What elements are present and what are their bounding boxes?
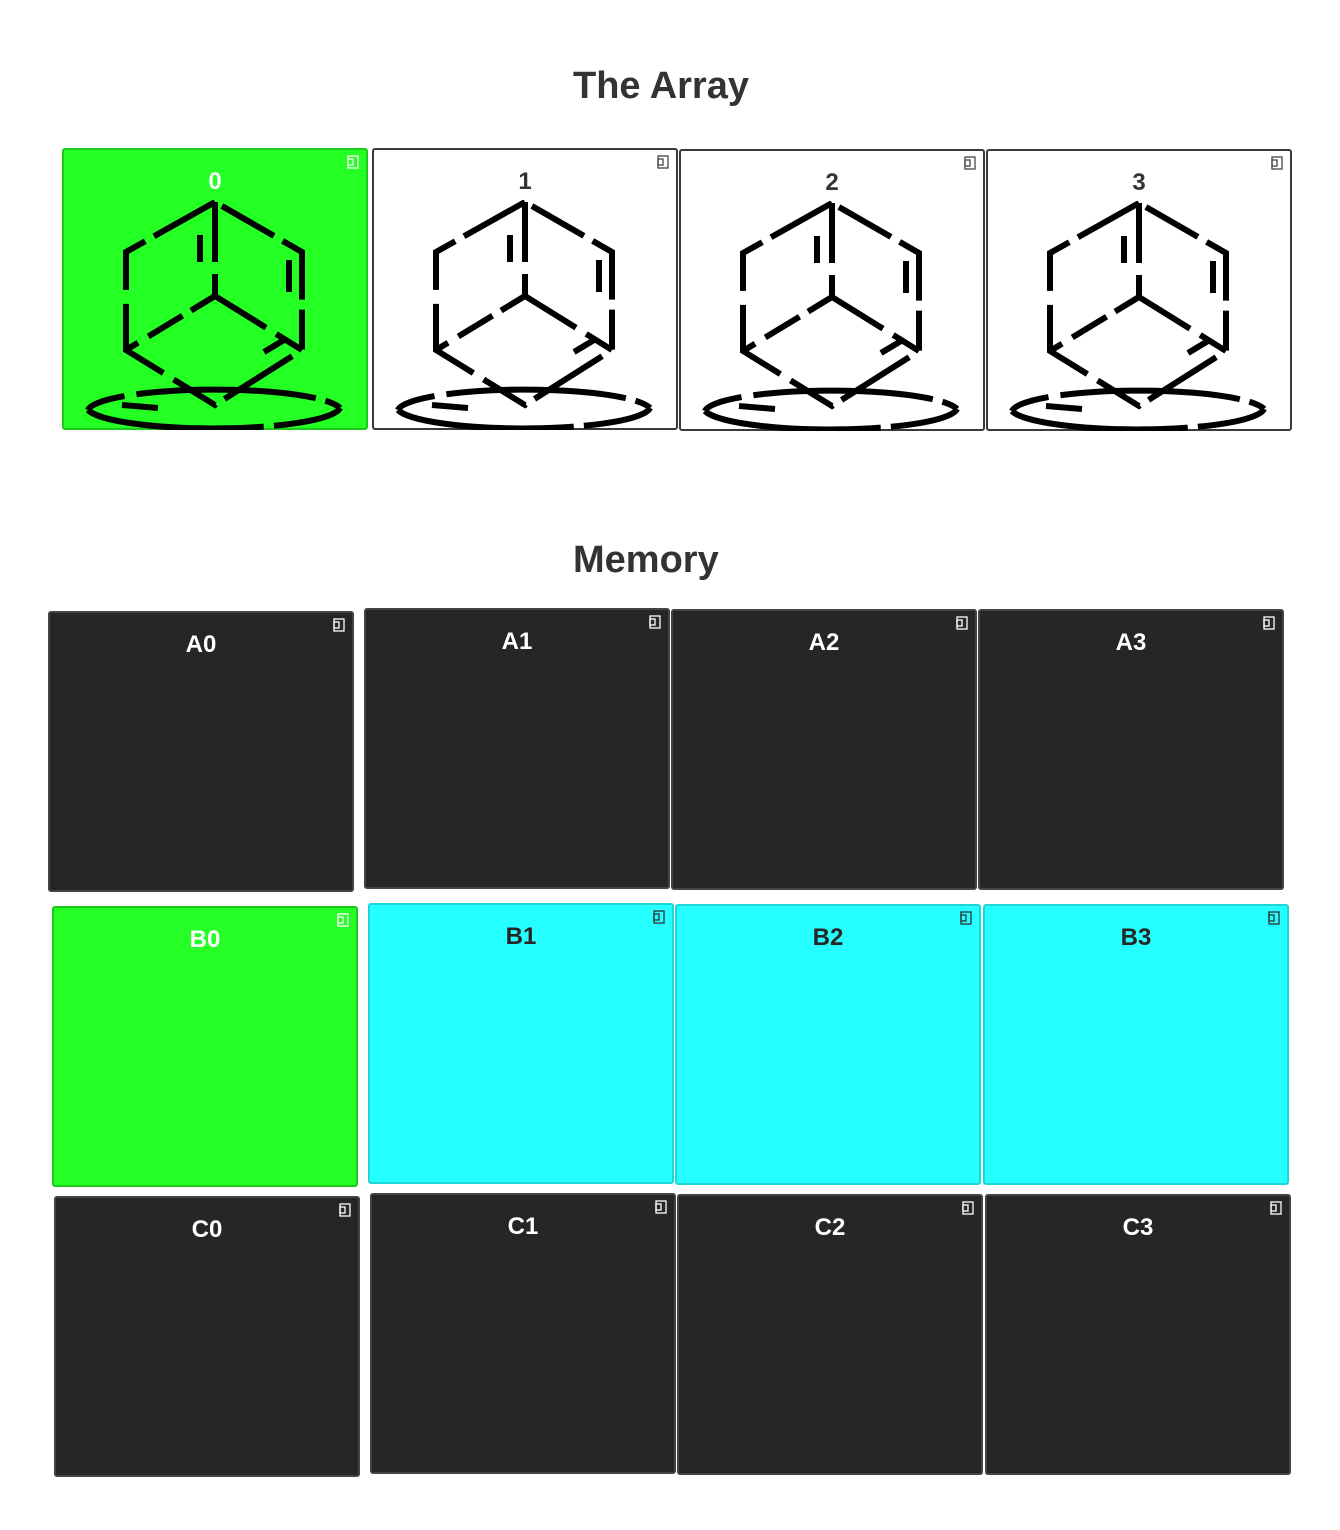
memory-cell-b3[interactable]: B3 [983, 904, 1289, 1185]
memory-cell-label: C3 [1122, 1214, 1154, 1241]
memory-cell-label: B1 [505, 923, 537, 950]
memory-cell-label: A3 [1115, 629, 1147, 656]
cube-on-ellipse-icon [395, 200, 653, 430]
memory-cell-b0[interactable]: B0 [52, 906, 358, 1187]
array-index-label: 0 [208, 168, 222, 195]
array-index-label: 3 [1132, 169, 1146, 196]
memory-cell-a1[interactable]: A1 [364, 608, 670, 889]
memory-cell-c3[interactable]: C3 [985, 1194, 1291, 1475]
memory-cell-c0[interactable]: C0 [54, 1196, 360, 1477]
memory-cell-a0[interactable]: A0 [48, 611, 354, 892]
cube-on-ellipse-icon [702, 201, 960, 431]
memory-cell-label: C2 [814, 1214, 846, 1241]
memory-cell-b1[interactable]: B1 [368, 903, 674, 1184]
memory-cell-label: A0 [185, 631, 217, 658]
array-index-label: 1 [518, 168, 532, 195]
memory-cell-label: A1 [501, 628, 533, 655]
memory-cell-c1[interactable]: C1 [370, 1193, 676, 1474]
memory-cell-label: B0 [189, 926, 221, 953]
cube-on-ellipse-icon [85, 200, 343, 430]
memory-cell-label: C0 [191, 1216, 223, 1243]
array-cell-2[interactable]: 2 [679, 149, 985, 431]
memory-cell-label: B2 [812, 924, 844, 951]
array-index-label: 2 [825, 169, 839, 196]
memory-cell-a2[interactable]: A2 [671, 609, 977, 890]
memory-cell-label: C1 [507, 1213, 539, 1240]
array-title: The Array [573, 65, 749, 107]
array-cell-0[interactable]: 0 [62, 148, 368, 430]
memory-cell-b2[interactable]: B2 [675, 904, 981, 1185]
memory-cell-c2[interactable]: C2 [677, 1194, 983, 1475]
memory-cell-label: A2 [808, 629, 840, 656]
array-cell-1[interactable]: 1 [372, 148, 678, 430]
memory-title: Memory [573, 539, 719, 581]
cube-on-ellipse-icon [1009, 201, 1267, 431]
array-cell-3[interactable]: 3 [986, 149, 1292, 431]
memory-cell-a3[interactable]: A3 [978, 609, 1284, 890]
memory-cell-label: B3 [1120, 924, 1152, 951]
